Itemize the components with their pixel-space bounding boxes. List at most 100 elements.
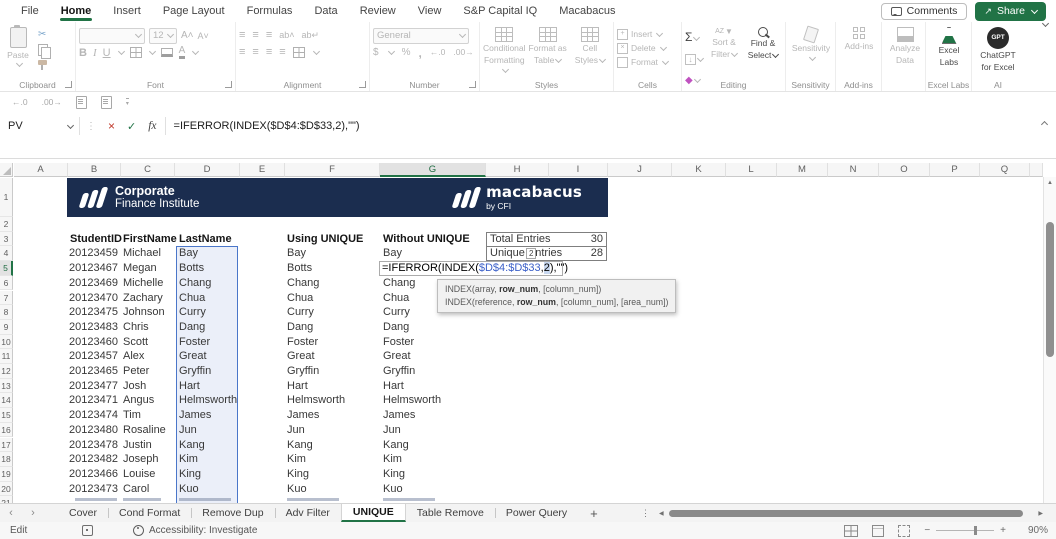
column-header-P[interactable]: P bbox=[930, 163, 980, 177]
cell-studentid-row9[interactable]: 20123483 bbox=[64, 320, 118, 335]
zoom-out-icon[interactable]: − bbox=[924, 525, 930, 536]
resize-handle-icon[interactable]: ⋮ bbox=[86, 121, 96, 132]
normal-view-icon[interactable] bbox=[844, 525, 858, 537]
cell-firstname-row13[interactable]: Josh bbox=[123, 379, 146, 394]
grow-font-icon[interactable]: A˄ bbox=[181, 30, 194, 41]
cell-firstname-row6[interactable]: Michelle bbox=[123, 276, 163, 291]
fill-button[interactable]: ↓ bbox=[685, 49, 703, 67]
cell-studentid-row4[interactable]: 20123459 bbox=[64, 246, 118, 261]
cut-icon[interactable]: ✂ bbox=[38, 29, 48, 40]
first-name-header[interactable]: FirstName bbox=[123, 232, 177, 247]
row-header-15[interactable]: 15 bbox=[0, 408, 13, 423]
cell-studentid-row16[interactable]: 20123480 bbox=[64, 423, 118, 438]
cell-without-unique-row19[interactable]: King bbox=[383, 467, 405, 482]
orientation-icon[interactable]: ab˄ bbox=[279, 31, 294, 40]
cell-using-unique-row4[interactable]: Bay bbox=[287, 246, 306, 261]
accessibility-status[interactable]: Accessibility: Investigate bbox=[149, 525, 257, 536]
merge-center-icon[interactable] bbox=[293, 47, 305, 58]
cell-lastname-row17[interactable]: Kang bbox=[179, 438, 205, 453]
cell-lastname-row19[interactable]: King bbox=[179, 467, 201, 482]
cell-firstname-row8[interactable]: Johnson bbox=[123, 305, 165, 320]
row-header-13[interactable]: 13 bbox=[0, 379, 13, 394]
cell-without-unique-row15[interactable]: James bbox=[383, 408, 415, 423]
cell-firstname-row14[interactable]: Angus bbox=[123, 393, 154, 408]
cell-studentid-row18[interactable]: 20123482 bbox=[64, 452, 118, 467]
number-format-select[interactable]: General bbox=[373, 28, 469, 44]
last-name-header[interactable]: LastName bbox=[179, 232, 232, 247]
macro-record-icon[interactable] bbox=[82, 525, 93, 536]
column-header-G[interactable]: G bbox=[380, 163, 486, 177]
select-all-corner[interactable] bbox=[0, 163, 13, 177]
delete-cells-button[interactable]: × Delete bbox=[617, 41, 678, 55]
cell-lastname-row14[interactable]: Helmsworth bbox=[179, 393, 237, 408]
percent-format-icon[interactable]: % bbox=[402, 47, 411, 58]
row-header-12[interactable]: 12 bbox=[0, 364, 13, 379]
font-size-select[interactable]: 12 bbox=[149, 28, 177, 44]
insert-cells-button[interactable]: + Insert bbox=[617, 27, 678, 41]
vertical-scrollbar[interactable]: ▲ bbox=[1043, 177, 1056, 503]
cell-firstname-row11[interactable]: Alex bbox=[123, 349, 144, 364]
cell-lastname-row10[interactable]: Foster bbox=[179, 335, 210, 350]
cell-using-unique-row18[interactable]: Kim bbox=[287, 452, 306, 467]
chevron-down-icon[interactable] bbox=[118, 48, 125, 55]
conditional-formatting-button[interactable]: Conditional Formatting bbox=[483, 27, 526, 78]
sheet-tab-power-query[interactable]: Power Query bbox=[495, 504, 578, 522]
active-cell-formula[interactable]: =IFERROR(INDEX($D$4:$D$33,2),"") bbox=[379, 261, 563, 277]
row-header-10[interactable]: 10 bbox=[0, 335, 13, 350]
row-header-17[interactable]: 17 bbox=[0, 438, 13, 453]
chevron-down-icon[interactable] bbox=[313, 48, 320, 55]
italic-button[interactable]: I bbox=[93, 47, 97, 59]
using-unique-header[interactable]: Using UNIQUE bbox=[287, 232, 363, 247]
zoom-slider[interactable] bbox=[936, 530, 994, 531]
total-entries-cell[interactable]: Total Entries30 bbox=[487, 233, 606, 248]
cell-without-unique-row10[interactable]: Foster bbox=[383, 335, 414, 350]
cell-lastname-row6[interactable]: Chang bbox=[179, 276, 211, 291]
cell-studentid-row8[interactable]: 20123475 bbox=[64, 305, 118, 320]
cell-studentid-row19[interactable]: 20123466 bbox=[64, 467, 118, 482]
cell-using-unique-row16[interactable]: Jun bbox=[287, 423, 305, 438]
ribbon-tab-data[interactable]: Data bbox=[303, 0, 348, 22]
cell-without-unique-row12[interactable]: Gryffin bbox=[383, 364, 415, 379]
cell-lastname-row11[interactable]: Great bbox=[179, 349, 207, 364]
cell-using-unique-row15[interactable]: James bbox=[287, 408, 319, 423]
scroll-right-icon[interactable]: ▶ bbox=[1035, 510, 1046, 517]
excel-labs-button[interactable]: Excel Labs bbox=[929, 27, 969, 68]
sheet-tab-table-remove[interactable]: Table Remove bbox=[406, 504, 495, 522]
row-header-6[interactable]: 6 bbox=[0, 276, 13, 291]
cell-studentid-row13[interactable]: 20123477 bbox=[64, 379, 118, 394]
align-bottom-icon[interactable]: ≡ bbox=[266, 30, 272, 41]
borders-icon[interactable] bbox=[130, 47, 142, 58]
format-cells-button[interactable]: Format bbox=[617, 55, 678, 69]
column-header-H[interactable]: H bbox=[486, 163, 549, 177]
ribbon-tab-formulas[interactable]: Formulas bbox=[236, 0, 304, 22]
row-header-2[interactable]: 2 bbox=[0, 217, 13, 232]
align-middle-icon[interactable]: ≡ bbox=[252, 30, 258, 41]
horizontal-scrollbar[interactable]: ◀ ▶ bbox=[656, 504, 1046, 522]
cell-studentid-row14[interactable]: 20123471 bbox=[64, 393, 118, 408]
ribbon-tab-file[interactable]: File bbox=[10, 0, 50, 22]
ribbon-tab-s-p-capital-iq[interactable]: S&P Capital IQ bbox=[452, 0, 548, 22]
collapse-ribbon-icon[interactable] bbox=[1042, 20, 1049, 27]
zoom-level[interactable]: 90% bbox=[1020, 525, 1048, 536]
column-header-M[interactable]: M bbox=[777, 163, 828, 177]
column-header-A[interactable]: A bbox=[14, 163, 68, 177]
cell-using-unique-row12[interactable]: Gryffin bbox=[287, 364, 319, 379]
cell-firstname-row16[interactable]: Rosaline bbox=[123, 423, 166, 438]
chevron-down-icon[interactable] bbox=[388, 48, 395, 55]
cell-firstname-row17[interactable]: Justin bbox=[123, 438, 152, 453]
cell-firstname-row15[interactable]: Tim bbox=[123, 408, 141, 423]
document-tool-icon[interactable] bbox=[76, 96, 87, 109]
align-left-icon[interactable]: ≡ bbox=[239, 47, 245, 58]
share-button[interactable]: ↗ Share bbox=[975, 2, 1046, 21]
horizontal-scrollbar-thumb[interactable] bbox=[669, 510, 1024, 517]
cell-firstname-row10[interactable]: Scott bbox=[123, 335, 148, 350]
cell-firstname-row18[interactable]: Joseph bbox=[123, 452, 158, 467]
align-top-icon[interactable]: ≡ bbox=[239, 30, 245, 41]
column-header-N[interactable]: N bbox=[828, 163, 879, 177]
font-name-select[interactable] bbox=[79, 28, 145, 44]
cell-without-unique-row9[interactable]: Dang bbox=[383, 320, 409, 335]
cell-without-unique-row7[interactable]: Chua bbox=[383, 291, 409, 306]
ribbon-tab-page-layout[interactable]: Page Layout bbox=[152, 0, 236, 22]
sheet-tab-cond-format[interactable]: Cond Format bbox=[108, 504, 191, 522]
cell-using-unique-row19[interactable]: King bbox=[287, 467, 309, 482]
